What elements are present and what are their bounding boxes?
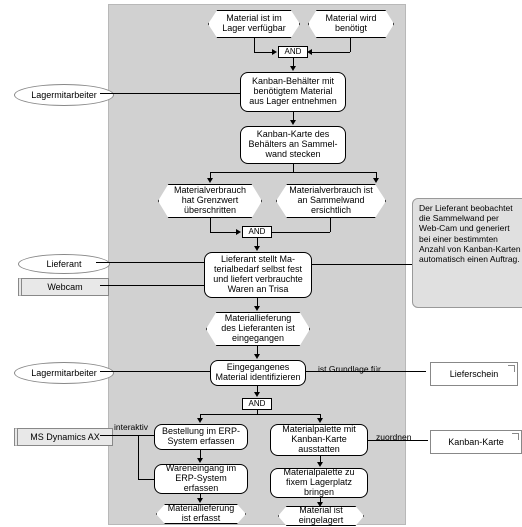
event-material-available: Material ist im Lager verfügbar [208,10,300,38]
event-delivery-recorded: Materiallieferung ist erfasst [156,504,246,524]
label-interaktiv: interaktiv [114,422,148,432]
function-identify-material: Eingegangenes Material identifizieren [210,360,306,386]
doc-lieferschein: Lieferschein [430,362,518,386]
label-grundlage: ist Grundlage für [318,364,381,374]
function-erp-goods-receipt: Wareneingang im ERP-System erfassen [154,464,248,494]
system-erp: MS Dynamics AX [14,428,113,446]
function-supplier-delivers: Lieferant stellt Ma-terialbedarf selbst … [204,252,312,298]
event-delivery-arrived: Materiallieferung des Lieferanten ist ei… [206,312,310,346]
event-material-needed: Material wird benötigt [308,10,394,38]
doc-kanban-karte: Kanban-Karte [430,430,522,454]
event-visible-on-board: Materialverbrauch ist an Sammelwand ersi… [276,184,386,218]
and-connector-3: AND [242,398,272,410]
role-lagermitarbeiter-2: Lagermitarbeiter [14,362,114,384]
and-connector-1: AND [278,46,308,58]
function-erp-order: Bestellung im ERP-System erfassen [154,424,248,450]
function-equip-pallet: Materialpalette mit Kanban-Karte ausstat… [270,424,368,456]
event-threshold-exceeded: Materialverbrauch hat Grenzwert überschr… [158,184,262,218]
function-put-card: Kanban-Karte des Behälters an Sammel-wan… [240,126,346,164]
role-lieferant: Lieferant [18,254,110,274]
function-take-kanban: Kanban-Behälter mit benötigtem Material … [240,72,346,112]
note-supplier-webcam: Der Lieferant beobachtet die Sammelwand … [412,198,522,308]
role-lagermitarbeiter-1: Lagermitarbeiter [14,84,114,106]
and-connector-2: AND [242,226,272,238]
system-webcam: Webcam [18,278,109,296]
event-material-stored: Material ist eingelagert [278,506,364,526]
function-bring-to-storage: Materialpalette zu fixem Lagerplatz brin… [270,468,368,498]
